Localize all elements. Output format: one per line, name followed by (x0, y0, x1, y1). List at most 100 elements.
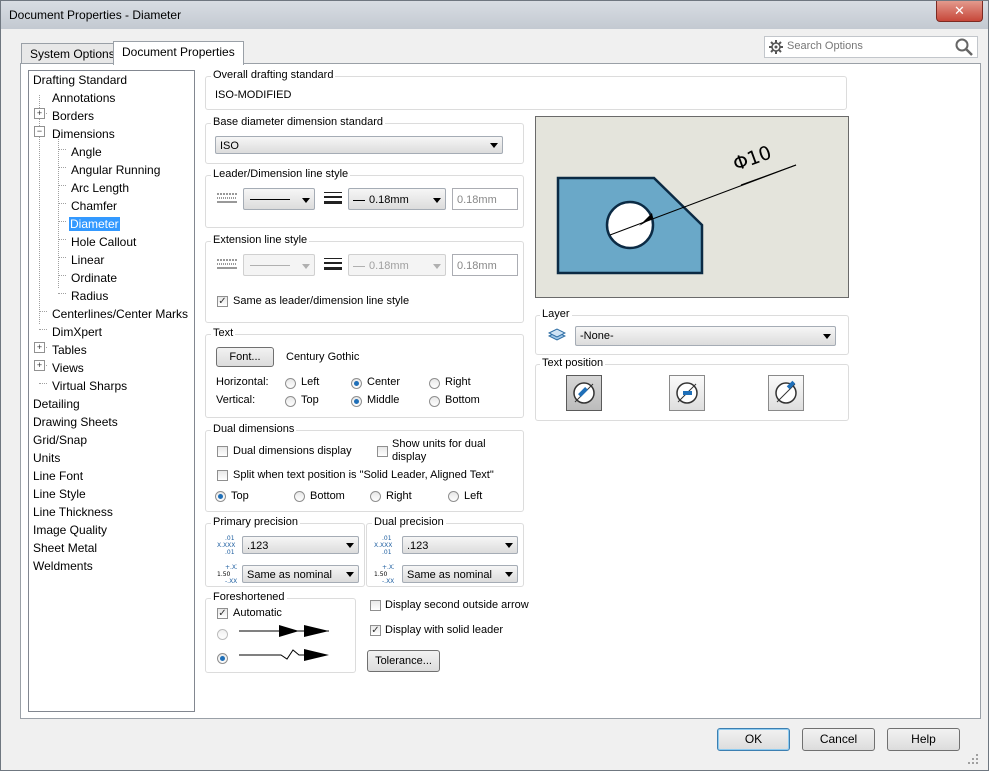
tree-item-grid-snap[interactable]: Grid/Snap (33, 432, 87, 449)
search-icon[interactable] (955, 38, 973, 56)
leader-line-style-select[interactable] (243, 188, 315, 210)
font-button[interactable]: Font... (216, 347, 274, 367)
tree-item-centerlines[interactable]: Centerlines/Center Marks (52, 306, 188, 323)
h-right-radio[interactable] (429, 378, 440, 389)
text-position-horizontal-button[interactable] (669, 375, 705, 411)
tree-item-linear[interactable]: Linear (71, 252, 104, 269)
tree-item-angle[interactable]: Angle (71, 144, 102, 161)
overall-standard-group (205, 76, 847, 110)
v-top-radio[interactable] (285, 396, 296, 407)
h-left-radio[interactable] (285, 378, 296, 389)
tree-item-chamfer[interactable]: Chamfer (71, 198, 117, 215)
base-standard-select[interactable]: ISO (215, 136, 503, 154)
tree-item-detailing[interactable]: Detailing (33, 396, 80, 413)
tree-item-line-font[interactable]: Line Font (33, 468, 83, 485)
overall-standard-value: ISO-MODIFIED (215, 89, 292, 101)
v-middle-radio[interactable] (351, 396, 362, 407)
tree-expand-annotations[interactable]: + (34, 108, 45, 119)
tree-item-angular-running[interactable]: Angular Running (71, 162, 160, 179)
primary-tolerance-select[interactable]: Same as nominal (242, 565, 359, 583)
dual-right-radio[interactable] (370, 491, 381, 502)
title-bar[interactable]: Document Properties - Diameter ✕ (1, 1, 988, 29)
tree-item-annotations[interactable]: Annotations (52, 90, 115, 107)
search-box[interactable]: Search Options (764, 36, 978, 58)
line-style-icon (217, 259, 237, 269)
dual-precision-select[interactable]: .123 (402, 536, 518, 554)
font-name: Century Gothic (286, 351, 360, 363)
tab-document-properties[interactable]: Document Properties (113, 41, 244, 65)
tree-item-line-style[interactable]: Line Style (33, 486, 86, 503)
tree-item-borders[interactable]: Borders (52, 108, 94, 125)
tree-item-dimxpert[interactable]: DimXpert (52, 324, 102, 341)
tree-item-arc-length[interactable]: Arc Length (71, 180, 129, 197)
tree-item-views[interactable]: Views (52, 360, 84, 377)
leader-thickness-select[interactable]: 0.18mm (348, 188, 446, 210)
dual-dimensions-title: Dual dimensions (211, 423, 297, 435)
tree-expand-views[interactable]: + (34, 360, 45, 371)
close-icon[interactable]: ✕ (936, 1, 983, 22)
dual-top-radio[interactable] (215, 491, 226, 502)
tolerance-precision-icon: +.XX 1.50 -.XX (217, 564, 237, 583)
foreshortened-auto-checkbox[interactable]: ✓ (217, 608, 228, 619)
tree-item-tables[interactable]: Tables (52, 342, 87, 359)
foreshortened-zigzag-radio[interactable] (217, 653, 228, 664)
v-bottom-label: Bottom (445, 394, 480, 406)
resize-grip-icon[interactable] (967, 753, 979, 765)
tree-item-drawing-sheets[interactable]: Drawing Sheets (33, 414, 118, 431)
svg-text:X.XXX: X.XXX (374, 542, 392, 549)
tree-item-dimensions[interactable]: Dimensions (52, 126, 115, 143)
dual-left-radio[interactable] (448, 491, 459, 502)
tree-item-weldments[interactable]: Weldments (33, 558, 93, 575)
dual-bottom-radio[interactable] (294, 491, 305, 502)
tree-item-sheet-metal[interactable]: Sheet Metal (33, 540, 97, 557)
v-top-label: Top (301, 394, 319, 406)
tree-expand-tables[interactable]: + (34, 342, 45, 353)
dual-right-label: Right (386, 490, 412, 502)
tolerance-button[interactable]: Tolerance... (367, 650, 440, 672)
search-input[interactable]: Search Options (787, 40, 863, 52)
help-button[interactable]: Help (887, 728, 960, 751)
line-thickness-icon (324, 192, 342, 204)
cancel-button[interactable]: Cancel (802, 728, 875, 751)
second-arrow-checkbox[interactable] (370, 600, 381, 611)
tree-item-drafting-standard[interactable]: Drafting Standard (33, 72, 127, 89)
dual-display-label: Dual dimensions display (233, 445, 352, 457)
primary-precision-select[interactable]: .123 (242, 536, 359, 554)
extension-line-style-select[interactable] (243, 254, 315, 276)
text-position-aligned-button[interactable] (566, 375, 602, 411)
tree-item-hole-callout[interactable]: Hole Callout (71, 234, 136, 251)
tab-system-options[interactable]: System Options (21, 43, 124, 64)
h-center-radio[interactable] (351, 378, 362, 389)
svg-text:.01: .01 (225, 549, 235, 554)
leader-thickness-custom[interactable]: 0.18mm (452, 188, 518, 210)
h-right-label: Right (445, 376, 471, 388)
dual-bottom-label: Bottom (310, 490, 345, 502)
svg-text:-.XX: -.XX (382, 578, 394, 583)
ok-button[interactable]: OK (717, 728, 790, 751)
dual-tolerance-select[interactable]: Same as nominal (402, 565, 518, 583)
tree-item-ordinate[interactable]: Ordinate (71, 270, 117, 287)
foreshortened-straight-radio[interactable] (217, 629, 228, 640)
text-position-outside-button[interactable] (768, 375, 804, 411)
extension-thickness-custom[interactable]: 0.18mm (452, 254, 518, 276)
tree-item-units[interactable]: Units (33, 450, 60, 467)
dual-top-label: Top (231, 490, 249, 502)
split-text-checkbox[interactable] (217, 470, 228, 481)
precision-icon: .01 X.XXX .01 (374, 535, 392, 554)
show-units-checkbox[interactable] (377, 446, 388, 457)
solid-leader-checkbox[interactable]: ✓ (370, 625, 381, 636)
dual-display-checkbox[interactable] (217, 446, 228, 457)
tree-item-image-quality[interactable]: Image Quality (33, 522, 107, 539)
tree-item-diameter[interactable]: Diameter (69, 216, 120, 233)
svg-text:X.XXX: X.XXX (217, 542, 235, 549)
tree-collapse-dimensions[interactable]: − (34, 126, 45, 137)
extension-thickness-select[interactable]: 0.18mm (348, 254, 446, 276)
options-tree[interactable]: + − + + Drafting Standard Annotations Bo… (28, 70, 195, 712)
tree-item-line-thickness[interactable]: Line Thickness (33, 504, 113, 521)
layer-select[interactable]: -None- (575, 326, 836, 346)
same-as-leader-checkbox[interactable]: ✓ (217, 296, 228, 307)
document-properties-panel: + − + + Drafting Standard Annotations Bo… (20, 63, 981, 719)
tree-item-radius[interactable]: Radius (71, 288, 108, 305)
v-bottom-radio[interactable] (429, 396, 440, 407)
tree-item-virtual-sharps[interactable]: Virtual Sharps (52, 378, 127, 395)
